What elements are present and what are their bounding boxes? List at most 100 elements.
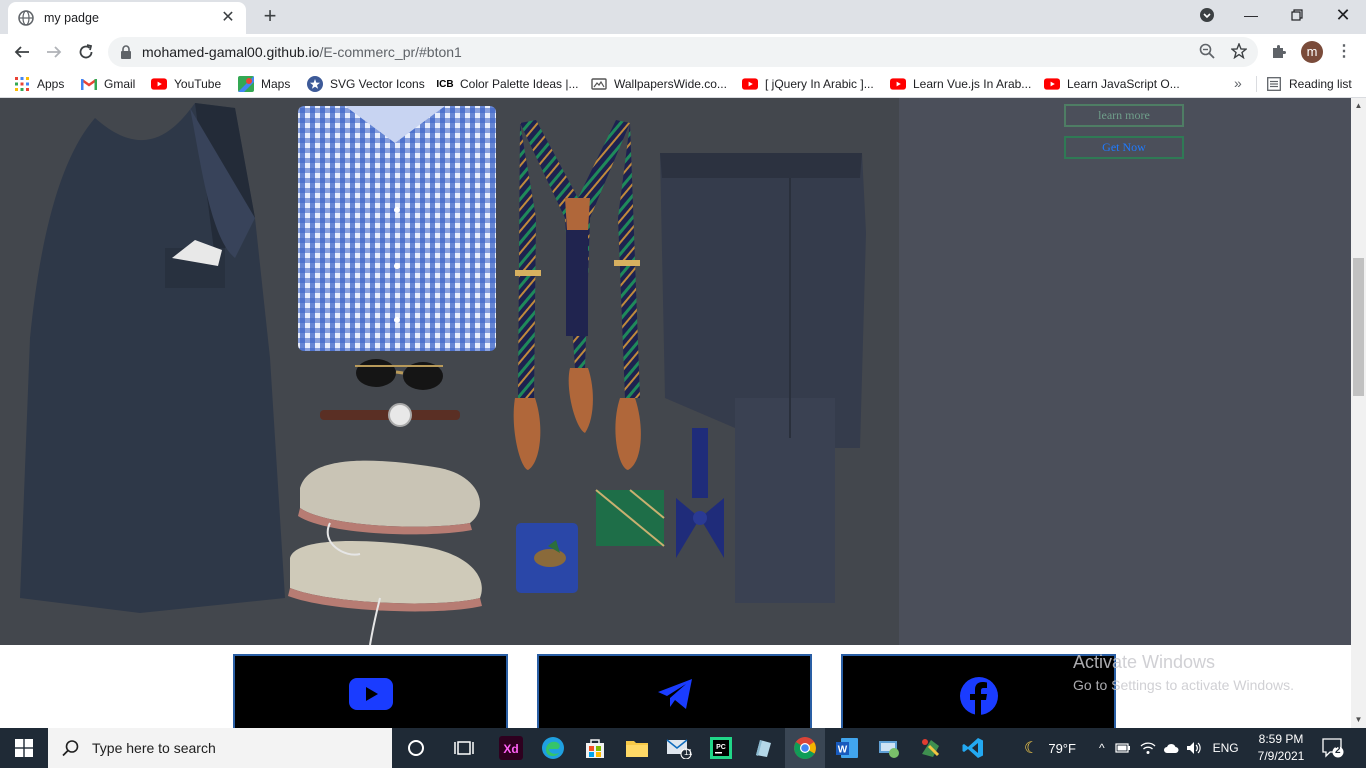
search-placeholder: Type here to search [92, 740, 216, 756]
close-window-button[interactable]: ✕ [1320, 0, 1366, 30]
control-panel-icon [879, 741, 899, 758]
bookmark-label: Apps [37, 77, 65, 91]
media-icon [922, 739, 940, 757]
edge-app[interactable] [539, 734, 567, 762]
file-explorer-app[interactable] [623, 734, 651, 762]
bookmark-label: YouTube [174, 77, 222, 91]
forward-button[interactable] [42, 40, 66, 64]
profile-avatar[interactable]: m [1301, 41, 1323, 63]
extensions-button[interactable] [1270, 43, 1288, 61]
browser-tab[interactable]: my padge ✕ [8, 2, 246, 34]
arrow-left-icon [14, 46, 29, 58]
telegram-card[interactable] [537, 654, 812, 728]
language-indicator[interactable]: ENG [1213, 741, 1239, 755]
adobe-xd-app[interactable]: Xd [497, 734, 525, 762]
scroll-up-icon[interactable]: ▲ [1354, 101, 1363, 110]
get-now-button[interactable]: Get Now [1064, 136, 1184, 159]
reload-icon [79, 44, 93, 59]
system-tray[interactable]: ^ ENG [1099, 728, 1239, 768]
bookmark-svg-vector-icons[interactable]: SVG Vector Icons [307, 74, 425, 94]
telegram-icon [657, 679, 692, 709]
store-app[interactable] [581, 734, 609, 762]
back-button[interactable] [10, 40, 34, 64]
mail-badge: 11 [684, 748, 693, 757]
youtube-icon [742, 76, 758, 92]
store-icon [586, 739, 604, 758]
bookmark-color-palette[interactable]: ICB Color Palette Ideas |... [436, 74, 578, 94]
bookmark-wallpaperswide[interactable]: WallpapersWide.co... [591, 74, 727, 94]
restore-icon [1291, 9, 1303, 21]
cortana-button[interactable] [402, 734, 430, 762]
scroll-thumb[interactable] [1353, 258, 1364, 396]
youtube-card[interactable] [233, 654, 508, 728]
close-tab-icon[interactable]: ✕ [220, 10, 236, 26]
facebook-card[interactable] [841, 654, 1116, 728]
tab-strip: my padge ✕ + — ✕ [0, 0, 1366, 34]
page-scrollbar[interactable]: ▲ ▼ [1351, 98, 1366, 728]
bookmarks-overflow-icon[interactable]: » [1234, 75, 1242, 91]
bookmark-learn-javascript[interactable]: Learn JavaScript O... [1044, 74, 1180, 94]
minimize-button[interactable]: — [1228, 0, 1274, 30]
bookmark-star-button[interactable] [1230, 42, 1248, 60]
bookmark-label: Gmail [104, 77, 136, 91]
chevron-down-icon [1200, 8, 1214, 22]
bookmark-label: SVG Vector Icons [330, 77, 425, 91]
windows-taskbar: Type here to search Xd 11 PC W ☾ 79°F ^ … [0, 728, 1366, 768]
windows-logo-icon [15, 739, 33, 757]
new-tab-button[interactable]: + [259, 5, 281, 27]
chrome-app[interactable] [791, 734, 819, 762]
scroll-down-icon[interactable]: ▼ [1354, 715, 1363, 724]
gmail-icon [81, 76, 97, 92]
globe-icon [18, 10, 34, 26]
adobe-xd-icon: Xd [499, 736, 523, 760]
address-bar[interactable]: mohamed-gamal00.github.io/E-commerc_pr/#… [108, 37, 1258, 67]
wifi-icon [1140, 742, 1156, 754]
clock-time: 8:59 PM [1258, 732, 1304, 746]
pycharm-icon: PC [710, 737, 732, 759]
start-button[interactable] [0, 728, 48, 768]
bookmark-youtube[interactable]: YouTube [151, 74, 221, 94]
task-view-button[interactable] [450, 734, 478, 762]
vscode-app[interactable] [959, 734, 987, 762]
chevron-up-icon[interactable]: ^ [1099, 741, 1105, 755]
svg-text:Xd: Xd [503, 742, 518, 756]
bookmark-apps[interactable]: Apps [14, 74, 64, 94]
cortana-icon [408, 740, 424, 756]
svg-text:W: W [838, 745, 848, 756]
taskbar-clock[interactable]: 8:59 PM 7/9/2021 [1252, 731, 1310, 765]
control-panel-app[interactable] [875, 734, 903, 762]
search-icon [62, 740, 79, 757]
weather-widget[interactable]: ☾ 79°F [1024, 728, 1076, 768]
media-app[interactable] [917, 734, 945, 762]
word-app[interactable]: W [833, 734, 861, 762]
notification-count: 2 [1335, 745, 1341, 756]
tab-title: my padge [44, 11, 99, 25]
more-menu-icon[interactable]: ⋮ [1336, 43, 1352, 61]
notes-app[interactable] [749, 734, 777, 762]
svg-vector-icon [307, 76, 323, 92]
bookmark-gmail[interactable]: Gmail [81, 74, 135, 94]
moon-icon: ☾ [1024, 740, 1039, 757]
pycharm-app[interactable]: PC [707, 734, 735, 762]
clock-date: 7/9/2021 [1257, 749, 1305, 763]
bookmark-vue-arabic[interactable]: Learn Vue.js In Arab... [890, 74, 1031, 94]
weather-temp: 79°F [1048, 740, 1076, 756]
taskbar-search[interactable]: Type here to search [48, 728, 392, 768]
mail-app[interactable]: 11 [665, 734, 693, 762]
zoom-button[interactable] [1198, 42, 1216, 60]
bookmark-maps[interactable]: Maps [238, 74, 290, 94]
reading-list-icon [1266, 76, 1282, 92]
lock-icon [121, 45, 131, 59]
youtube-icon [151, 76, 167, 92]
bookmark-label: Learn JavaScript O... [1067, 77, 1180, 91]
bookmarks-divider [1256, 76, 1257, 92]
page-viewport: learn more Get Now Activate Windows Go t… [0, 98, 1351, 728]
notification-center-button[interactable]: 2 [1322, 738, 1346, 758]
learn-more-button[interactable]: learn more [1064, 104, 1184, 127]
reading-list-button[interactable]: Reading list [1266, 74, 1352, 94]
restore-button[interactable] [1274, 0, 1320, 30]
youtube-icon [890, 76, 906, 92]
reload-button[interactable] [74, 40, 98, 64]
tab-search-button[interactable] [1184, 0, 1230, 30]
bookmark-jquery-arabic[interactable]: [ jQuery In Arabic ]... [742, 74, 874, 94]
